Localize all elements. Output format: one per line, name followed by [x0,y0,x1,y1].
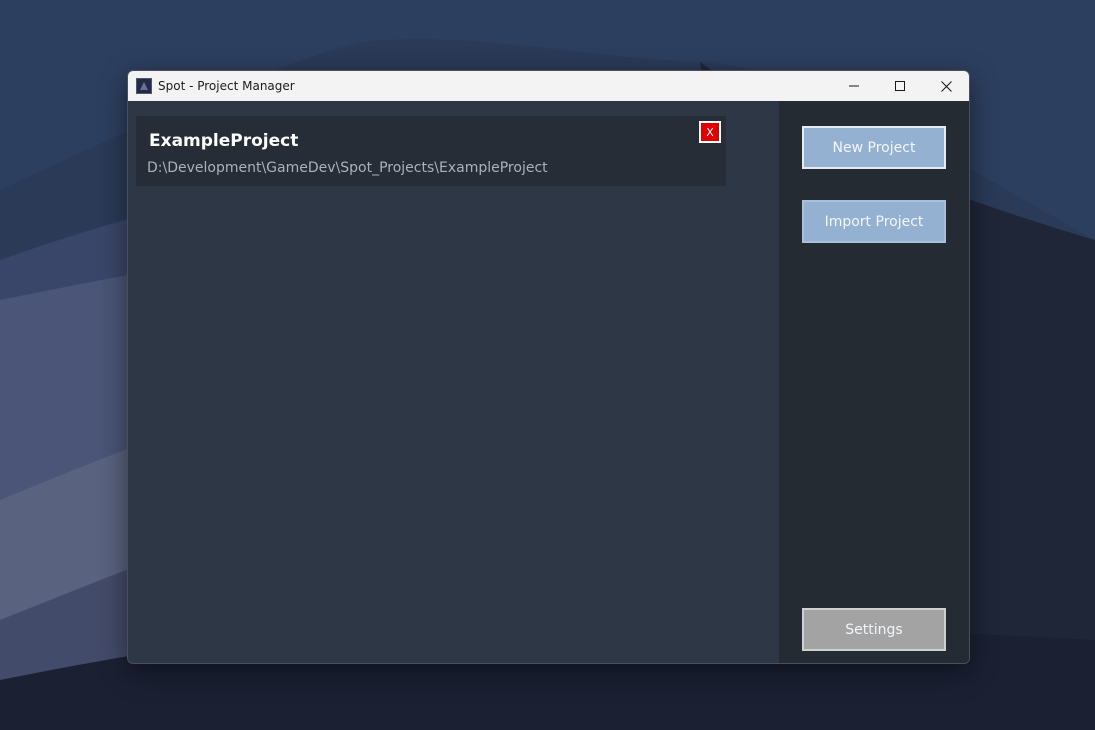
title-bar[interactable]: Spot - Project Manager [128,71,969,101]
project-path: D:\Development\GameDev\Spot_Projects\Exa… [147,160,548,176]
close-icon [940,80,952,92]
project-manager-window: Spot - Project Manager ExampleProject D:… [127,70,970,664]
remove-project-button[interactable]: X [699,121,721,143]
import-project-button[interactable]: Import Project [802,200,946,243]
project-card[interactable]: ExampleProject D:\Development\GameDev\Sp… [136,116,726,186]
minimize-icon [849,81,859,91]
spot-app-icon [136,78,152,94]
settings-button[interactable]: Settings [802,608,946,651]
minimize-button[interactable] [831,71,877,101]
project-name: ExampleProject [149,131,299,151]
close-button[interactable] [923,71,969,101]
window-title: Spot - Project Manager [158,79,295,93]
sidebar: New Project Import Project Settings [779,101,969,663]
maximize-button[interactable] [877,71,923,101]
maximize-icon [895,81,905,91]
window-controls [831,71,969,101]
projects-list: ExampleProject D:\Development\GameDev\Sp… [128,101,779,663]
new-project-button[interactable]: New Project [802,126,946,169]
window-content: ExampleProject D:\Development\GameDev\Sp… [128,101,969,663]
